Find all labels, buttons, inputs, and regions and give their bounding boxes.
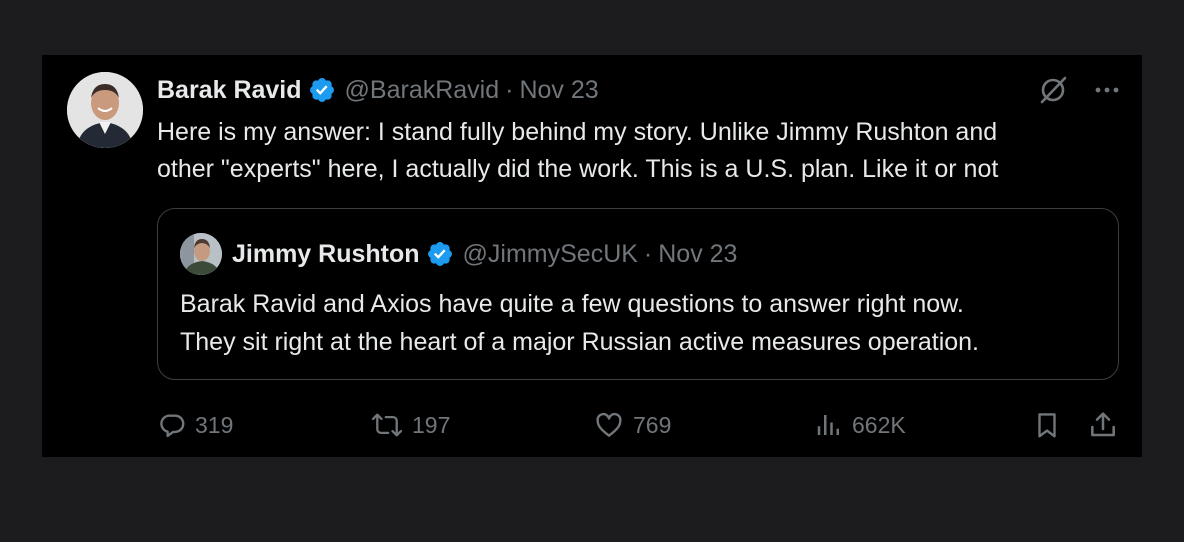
views-count: 662K (852, 411, 906, 438)
quoted-author-display-name[interactable]: Jimmy Rushton (232, 240, 420, 269)
author-handle[interactable]: @BarakRavid (345, 76, 500, 105)
quoted-author-handle[interactable]: @JimmySecUK (463, 240, 638, 269)
more-options-icon[interactable] (1092, 75, 1122, 105)
bookmark-icon (1038, 413, 1056, 438)
repost-count: 197 (412, 411, 451, 438)
grok-icon[interactable] (1038, 75, 1068, 105)
tweet-text-line: Here is my answer: I stand fully behind … (157, 118, 998, 146)
tweet-text-line: other "experts" here, I actually did the… (157, 155, 999, 183)
tweet-card[interactable]: Barak Ravid @BarakRavid · Nov 23 Here is… (42, 55, 1142, 457)
repost-button[interactable]: 197 (370, 407, 450, 443)
reply-button[interactable]: 319 (157, 407, 233, 443)
bookmark-button[interactable] (1032, 407, 1062, 443)
tweet-header: Barak Ravid @BarakRavid · Nov 23 (157, 73, 599, 107)
tweet-date[interactable]: Nov 23 (519, 76, 598, 105)
avatar-image (67, 72, 143, 148)
reply-icon (160, 414, 185, 438)
quoted-author-avatar[interactable] (180, 233, 222, 275)
separator-dot: · (643, 239, 653, 268)
separator-dot: · (505, 75, 514, 104)
quoted-tweet-text: Barak Ravid and Axios have quite a few q… (180, 285, 1105, 361)
views-button[interactable]: 662K (814, 407, 906, 443)
verified-badge-icon (426, 240, 454, 268)
author-avatar[interactable] (67, 72, 143, 148)
quoted-tweet-header: Jimmy Rushton @JimmySecUK · Nov 23 (232, 237, 737, 271)
quoted-tweet-text-line: They sit right at the heart of a major R… (180, 328, 979, 356)
quoted-tweet[interactable]: Jimmy Rushton @JimmySecUK · Nov 23 Barak… (157, 208, 1119, 380)
share-icon (1091, 412, 1115, 437)
tweet-action-bar: 319 197 769 662K (157, 407, 1119, 443)
share-button[interactable] (1087, 407, 1119, 443)
views-chart-icon (817, 415, 839, 435)
repost-icon (371, 413, 403, 437)
quoted-tweet-date[interactable]: Nov 23 (658, 240, 737, 269)
tweet-top-actions (1038, 75, 1122, 105)
heart-icon (596, 412, 622, 437)
like-button[interactable]: 769 (593, 407, 671, 443)
like-count: 769 (633, 411, 672, 438)
reply-count: 319 (195, 411, 234, 438)
verified-badge-icon (308, 76, 336, 104)
tweet-text: Here is my answer: I stand fully behind … (157, 114, 1127, 188)
quoted-avatar-image (180, 233, 222, 275)
quoted-tweet-text-line: Barak Ravid and Axios have quite a few q… (180, 290, 964, 318)
author-display-name[interactable]: Barak Ravid (157, 76, 302, 105)
